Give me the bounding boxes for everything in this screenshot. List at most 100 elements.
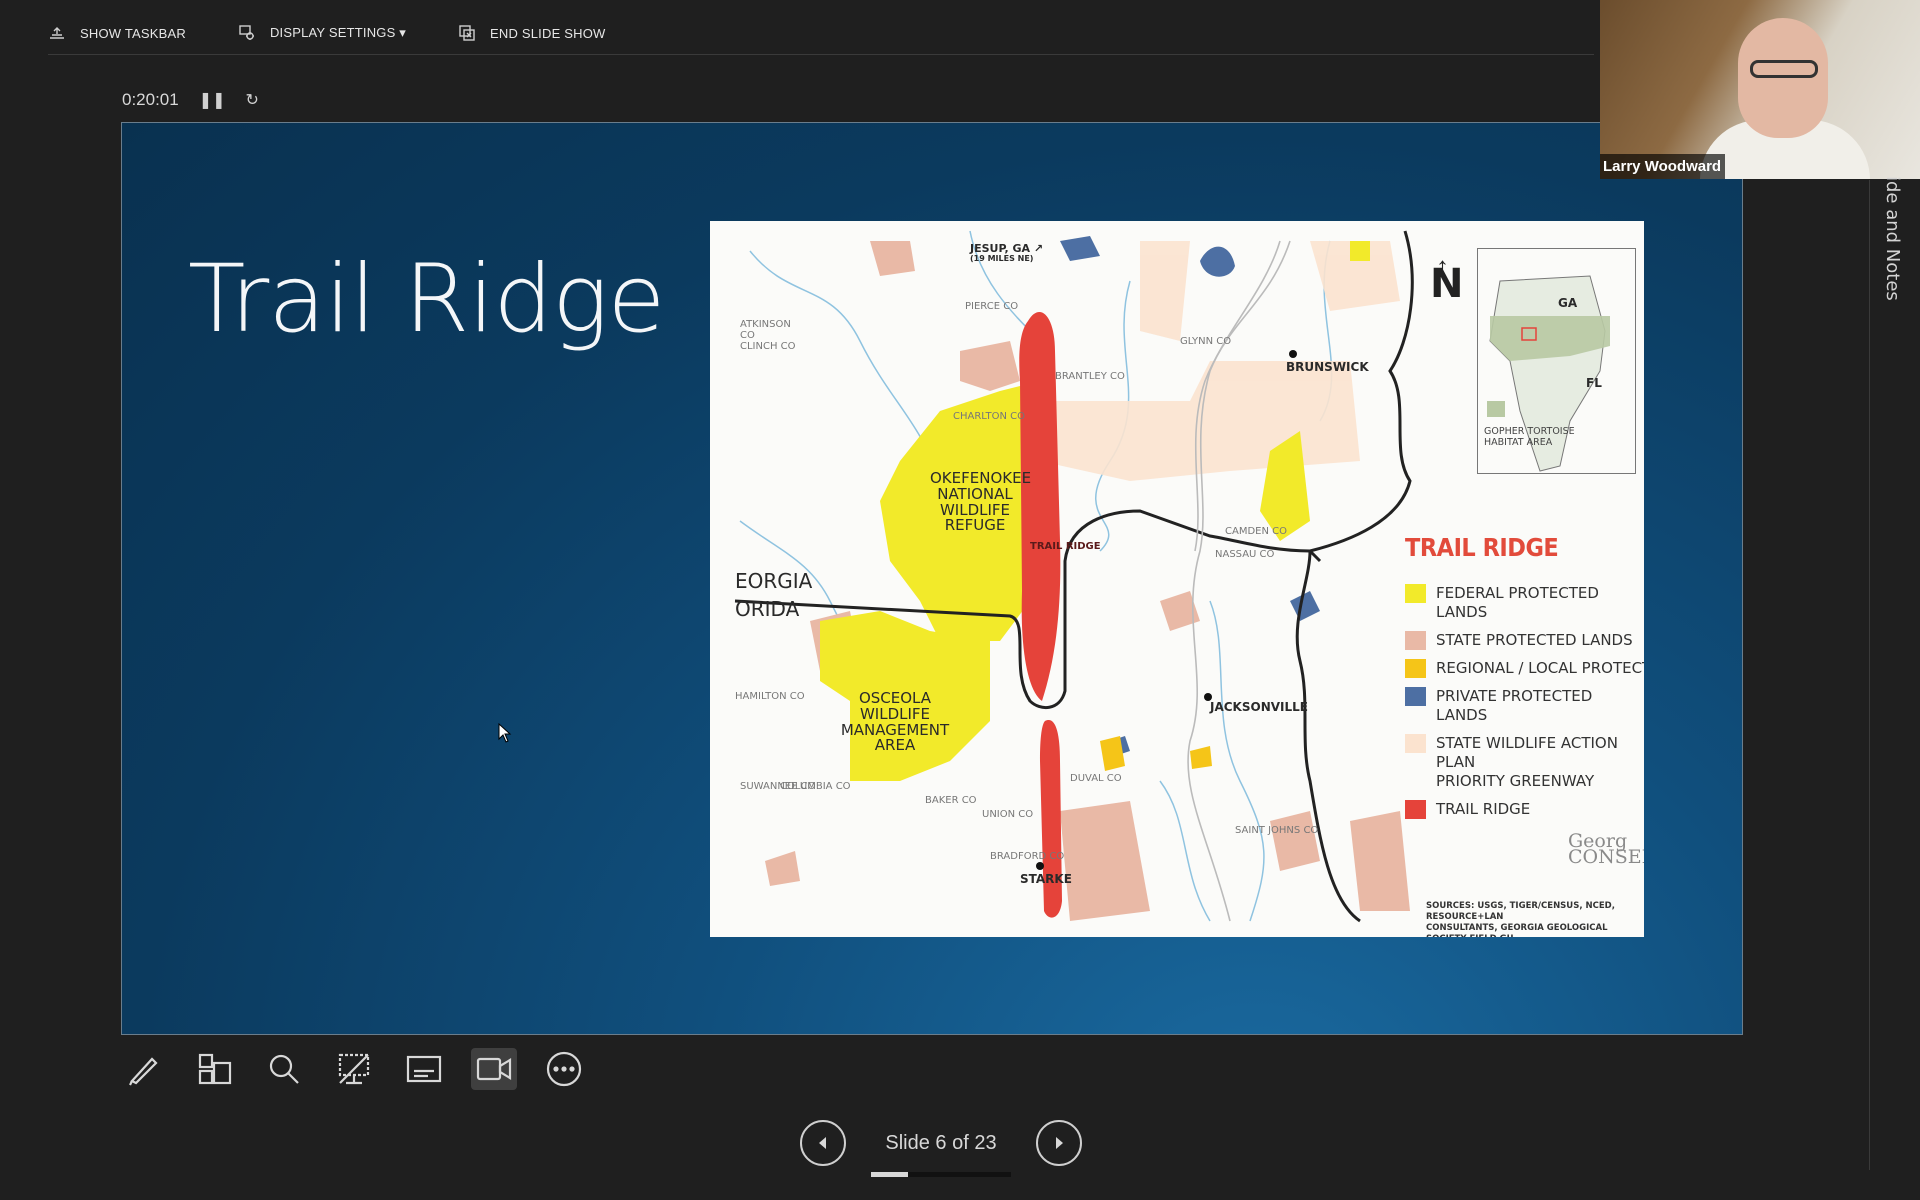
display-settings-label: DISPLAY SETTINGS ▾ [269,25,407,40]
inset-label-fl: FL [1586,376,1602,390]
legend-swatch-regional [1405,659,1426,678]
elapsed-time: 0:20:01 [122,90,179,109]
legend-label: PRIVATE PROTECTED LANDS [1436,687,1593,724]
legend-label: FEDERAL PROTECTED LANDS [1436,584,1599,621]
map-label-duval: DUVAL CO [1070,773,1122,784]
legend-title: TRAIL RIDGE [1405,533,1559,562]
map-label-jesup: JESUP, GA ↗ [970,242,1044,255]
legend-label: STATE WILDLIFE ACTION PLAN PRIORITY GREE… [1436,734,1618,790]
restart-icon[interactable]: ↻ [246,90,259,110]
map-label-baker: BAKER CO [925,795,977,806]
legend-label: STATE PROTECTED LANDS [1436,631,1633,649]
slide-counter[interactable]: Slide 6 of 23 [871,1131,1011,1177]
map-label-trail-ridge-vertical: TRAIL RIDGE [1030,541,1101,552]
legend-item: PRIVATE PROTECTED LANDS [1405,687,1644,725]
conservancy-logo: Georg CONSERVA [1568,830,1644,868]
legend-item: FEDERAL PROTECTED LANDS [1405,584,1644,622]
map-label-osceola: OSCEOLA WILDLIFE MANAGEMENT AREA [840,689,950,755]
trail-ridge-map: JESUP, GA ↗ (19 MILES NE) ATKINSON CO CL… [710,221,1644,937]
map-label-bradford: BRADFORD CO [990,851,1065,862]
locator-inset: GA FL GOPHER TORTOISE HABITAT AREA [1477,248,1636,474]
presenter-video[interactable]: Larry Woodward [1600,0,1920,179]
map-label-nassau: NASSAU CO [1215,549,1275,560]
presenter-toolbar: SHOW TASKBAR DISPLAY SETTINGS ▾ END SLID… [48,16,658,50]
map-label-brantley: BRANTLEY CO [1055,371,1125,382]
display-settings-button[interactable]: DISPLAY SETTINGS ▾ [238,24,406,42]
map-label-north: N [1430,261,1464,307]
legend-item: TRAIL RIDGE [1405,800,1644,819]
camera-toggle-button[interactable] [471,1048,517,1090]
map-legend: TRAIL RIDGE FEDERAL PROTECTED LANDS STAT… [1405,533,1644,828]
map-label-jesup-sub: (19 MILES NE) [970,254,1034,263]
more-options-icon [546,1051,582,1087]
slides-grid-icon [198,1053,232,1085]
side-panel-divider [1869,180,1870,1170]
map-label-atkinson: ATKINSON CO CLINCH CO [740,319,796,352]
mouse-cursor-icon [498,723,512,743]
show-taskbar-button[interactable]: SHOW TASKBAR [48,24,186,42]
black-screen-button[interactable] [331,1048,377,1090]
subtitles-icon [406,1055,442,1083]
map-label-union: UNION CO [982,809,1034,820]
end-show-icon [459,25,475,41]
legend-swatch-greenway [1405,734,1426,753]
display-settings-icon [239,25,254,40]
current-slide[interactable]: Trail Ridge JESUP, GA ↗ (19 MILES NE) AT… [121,122,1743,1035]
map-label-glynn: GLYNN CO [1180,336,1232,347]
pen-tool-button[interactable] [121,1048,167,1090]
map-label-columbia: COLUMBIA CO [780,781,851,792]
pause-icon[interactable]: ❚❚ [199,90,226,110]
end-slide-show-label: END SLIDE SHOW [490,25,606,41]
map-label-charlton: CHARLTON CO [953,411,1025,422]
video-camera-icon [476,1057,512,1081]
see-all-slides-button[interactable] [191,1048,237,1090]
slide-counter-label: Slide 6 of 23 [885,1131,997,1154]
taskbar-icon [50,27,64,39]
legend-item: REGIONAL / LOCAL PROTECTED L [1405,659,1644,678]
slide-timer: 0:20:01 ❚❚ ↻ [122,90,259,110]
presenter-glasses [1750,60,1818,78]
map-sources: SOURCES: USGS, TIGER/CENSUS, NCED, RESOU… [1426,901,1615,937]
presenter-tools [121,1048,587,1090]
map-label-jacksonville: JACKSONVILLE [1210,700,1308,714]
presentation-screen-icon [338,1053,370,1085]
legend-label: TRAIL RIDGE [1436,800,1531,818]
previous-slide-button[interactable] [800,1120,846,1166]
map-label-okefenokee: OKEFENOKEE NATIONAL WILDLIFE REFUGE [930,469,1032,535]
slide-progress-fill [871,1171,908,1177]
map-label-brunswick: BRUNSWICK [1286,360,1369,374]
toolbar-divider [48,54,1594,55]
legend-swatch-private [1405,687,1426,706]
legend-item: STATE PROTECTED LANDS [1405,631,1644,650]
map-label-st-johns: SAINT JOHNS CO [1235,825,1319,836]
more-options-button[interactable] [541,1048,587,1090]
next-arrow-icon [1056,1137,1063,1149]
next-slide-button[interactable] [1036,1120,1082,1166]
inset-label-ga: GA [1558,296,1578,310]
pen-icon [129,1057,158,1086]
slide-and-notes-label[interactable]: ide and Notes [1882,176,1903,301]
end-slide-show-button[interactable]: END SLIDE SHOW [458,24,605,42]
previous-arrow-icon [819,1137,826,1149]
presenter-face [1738,18,1828,138]
map-label-georgia: EORGIA [735,569,813,593]
map-label-starke: STARKE [1020,872,1072,886]
presenter-name: Larry Woodward [1600,154,1726,179]
inset-legend-gopher: GOPHER TORTOISE HABITAT AREA [1484,426,1575,448]
legend-swatch-federal [1405,584,1426,603]
subtitles-button[interactable] [401,1048,447,1090]
legend-item: STATE WILDLIFE ACTION PLAN PRIORITY GREE… [1405,734,1644,791]
map-label-camden: CAMDEN CO [1225,526,1287,537]
map-label-pierce: PIERCE CO [965,301,1019,312]
show-taskbar-label: SHOW TASKBAR [80,25,186,41]
slide-title: Trail Ridge [188,245,665,354]
map-label-hamilton: HAMILTON CO [735,691,805,702]
slide-navigation: Slide 6 of 23 [800,1120,1082,1177]
map-label-florida: ORIDA [735,597,800,621]
magnifier-icon [269,1054,299,1084]
zoom-button[interactable] [261,1048,307,1090]
legend-swatch-state [1405,631,1426,650]
legend-label: REGIONAL / LOCAL PROTECTED L [1436,659,1644,677]
legend-swatch-trail-ridge [1405,800,1426,819]
slide-progress-bar [871,1171,1011,1177]
